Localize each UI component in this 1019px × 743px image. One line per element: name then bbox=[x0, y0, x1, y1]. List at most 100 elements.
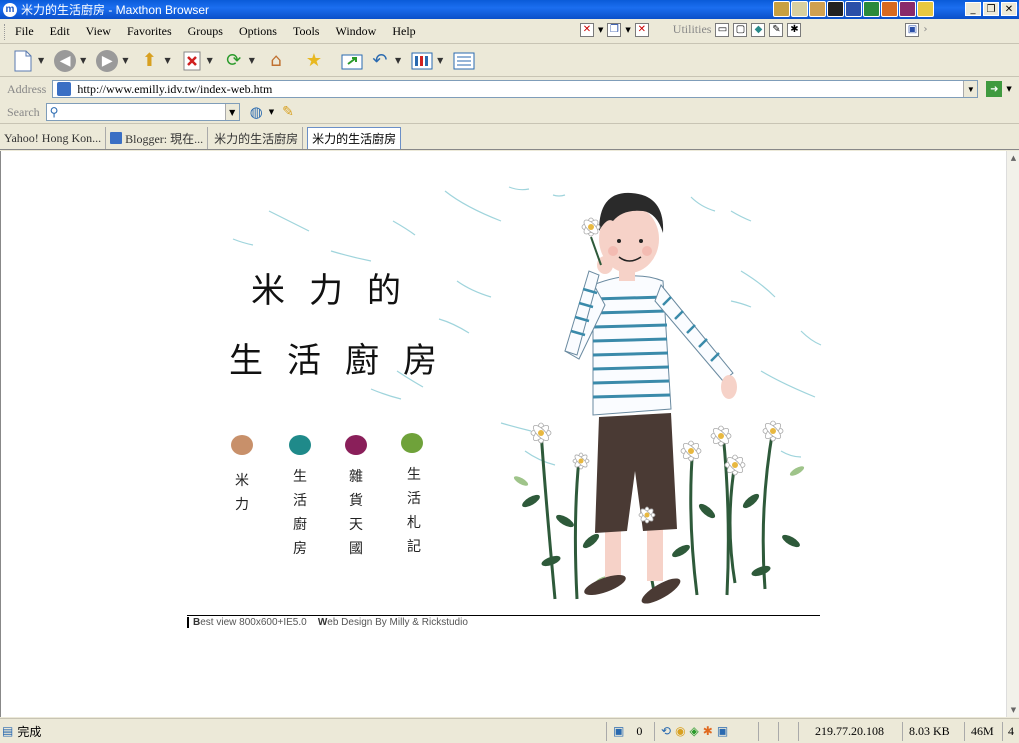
close-all-icon[interactable]: ✕ bbox=[634, 22, 649, 37]
forward-icon[interactable]: ▶ bbox=[94, 48, 120, 74]
up-dropdown-icon[interactable]: ▼ bbox=[164, 56, 170, 65]
back-icon[interactable]: ◀ bbox=[52, 48, 78, 74]
address-input[interactable]: http://www.emilly.idv.tw/index-web.htm ▼ bbox=[52, 80, 979, 98]
blogger-favicon-icon bbox=[110, 132, 123, 144]
clock-icon[interactable] bbox=[917, 1, 934, 17]
search-dropdown-icon[interactable]: ▼ bbox=[224, 104, 239, 120]
status-spacer-2 bbox=[778, 722, 798, 741]
tab-blogger[interactable]: Blogger: 現在... bbox=[106, 127, 209, 149]
nav-link-groceries[interactable]: 雜貨天國 bbox=[347, 465, 365, 561]
site-title-line1: 米力的 bbox=[251, 271, 425, 311]
menu-help[interactable]: Help bbox=[392, 24, 415, 39]
highlight-pen-icon[interactable]: ✎ bbox=[282, 104, 294, 120]
tab-bar: Yahoo! Hong Kon... Blogger: 現在... 米力的生活廚… bbox=[0, 125, 1019, 150]
sidebar-toggle-icon[interactable]: ▣ bbox=[905, 22, 920, 37]
word-icon[interactable] bbox=[845, 1, 862, 17]
scroll-down-icon[interactable]: ▼ bbox=[1007, 703, 1019, 717]
popup-blocker[interactable]: ▣ 0 bbox=[606, 722, 654, 741]
search-input[interactable]: ⚲ ▼ bbox=[45, 103, 240, 121]
popup-blocker-icon[interactable]: ▣ bbox=[613, 724, 624, 739]
sync-icon[interactable]: ⟲ bbox=[661, 724, 671, 739]
settings-gear-icon[interactable]: ✱ bbox=[703, 724, 713, 739]
refresh-icon[interactable]: ⟳ bbox=[221, 48, 247, 74]
explorer-icon[interactable] bbox=[809, 1, 826, 17]
back-dropdown-icon[interactable]: ▼ bbox=[80, 56, 86, 65]
powerpoint-icon[interactable] bbox=[881, 1, 898, 17]
nav-dot-groceries[interactable] bbox=[345, 435, 367, 455]
restore-tab-icon[interactable]: ❐ bbox=[607, 22, 622, 37]
stop-dropdown-icon[interactable]: ▼ bbox=[207, 56, 213, 65]
status-extra: 4 bbox=[1002, 722, 1019, 741]
menu-groups[interactable]: Groups bbox=[188, 24, 223, 39]
undo-icon[interactable]: ↶ bbox=[367, 48, 393, 74]
menu-edit[interactable]: Edit bbox=[50, 24, 70, 39]
new-page-icon[interactable] bbox=[10, 48, 36, 74]
terminal-icon[interactable] bbox=[827, 1, 844, 17]
address-url[interactable]: http://www.emilly.idv.tw/index-web.htm bbox=[77, 82, 272, 97]
restore-button[interactable]: ❐ bbox=[983, 2, 999, 16]
tab-label: 米力的生活廚房 bbox=[214, 131, 299, 146]
footer-design-credit: eb Design By Milly & Rickstudio bbox=[327, 617, 468, 628]
open-external-icon[interactable] bbox=[339, 48, 365, 74]
capture-icon[interactable]: ▣ bbox=[717, 724, 728, 739]
access-icon[interactable] bbox=[899, 1, 916, 17]
home-icon[interactable]: ⌂ bbox=[263, 48, 289, 74]
new-page-dropdown-icon[interactable]: ▼ bbox=[38, 56, 44, 65]
up-folder-icon[interactable]: ⬆ bbox=[136, 48, 162, 74]
nav-link-milly[interactable]: 米力 bbox=[233, 469, 251, 517]
main-toolbar: ▼ ◀ ▼ ▶ ▼ ⬆ ▼ ▼ ⟳ ▼ ⌂ ★ ↶ ▼ ▼ bbox=[0, 45, 1019, 77]
status-spacer bbox=[758, 722, 778, 741]
status-text: 完成 bbox=[17, 724, 42, 739]
columns-icon[interactable] bbox=[409, 48, 435, 74]
close-tab-dropdown-icon[interactable]: ▼ bbox=[598, 26, 603, 34]
menu-view[interactable]: View bbox=[86, 24, 111, 39]
nav-dot-notes[interactable] bbox=[401, 433, 423, 453]
footer-divider bbox=[187, 615, 820, 616]
nav-dot-milly[interactable] bbox=[231, 435, 253, 455]
refresh-dropdown-icon[interactable]: ▼ bbox=[249, 56, 255, 65]
flash-icon[interactable]: ◉ bbox=[675, 724, 685, 739]
restore-tab-dropdown-icon[interactable]: ▼ bbox=[625, 26, 630, 34]
status-bar: ▤ 完成 ▣ 0 ⟲ ◉ ◈ ✱ ▣ 219.77.20.108 8.03 KB… bbox=[0, 718, 1019, 743]
folder-icon[interactable] bbox=[773, 1, 790, 17]
list-view-icon[interactable] bbox=[451, 48, 477, 74]
globe-icon[interactable]: ◍ bbox=[250, 103, 263, 121]
forward-dropdown-icon[interactable]: ▼ bbox=[122, 56, 128, 65]
columns-dropdown-icon[interactable]: ▼ bbox=[437, 56, 443, 65]
undo-dropdown-icon[interactable]: ▼ bbox=[395, 56, 401, 65]
menu-file[interactable]: File bbox=[15, 24, 34, 39]
menu-favorites[interactable]: Favorites bbox=[127, 24, 172, 39]
plugin-icon[interactable]: ✱ bbox=[787, 22, 802, 37]
tab-milly-kitchen[interactable]: 米力的生活廚房 bbox=[208, 127, 304, 149]
monitor-icon[interactable]: ▭ bbox=[715, 22, 730, 37]
close-button[interactable]: ✕ bbox=[1001, 2, 1017, 16]
excel-icon[interactable] bbox=[863, 1, 880, 17]
menu-tools[interactable]: Tools bbox=[293, 24, 320, 39]
notepad-icon[interactable] bbox=[791, 1, 808, 17]
close-tab-icon[interactable]: ✕ bbox=[580, 22, 594, 37]
go-arrow-icon[interactable]: ➜ bbox=[986, 81, 1003, 97]
favorites-star-icon[interactable]: ★ bbox=[301, 48, 327, 74]
proxy-icon[interactable]: ◈ bbox=[690, 724, 699, 739]
go-dropdown-icon[interactable]: ▼ bbox=[1006, 85, 1011, 93]
nav-link-kitchen[interactable]: 生活廚房 bbox=[291, 465, 309, 561]
nav-link-notes[interactable]: 生活札記 bbox=[405, 463, 423, 559]
search-engine-dropdown-icon[interactable]: ▼ bbox=[269, 108, 274, 116]
cleaner-icon[interactable]: ◆ bbox=[751, 22, 766, 37]
minimize-button[interactable]: _ bbox=[965, 2, 981, 16]
nav-dot-kitchen[interactable] bbox=[289, 435, 311, 455]
popup-count: 0 bbox=[636, 724, 643, 738]
chevron-right-icon[interactable]: › bbox=[923, 24, 927, 35]
vertical-scrollbar[interactable]: ▲ ▼ bbox=[1006, 151, 1019, 717]
menu-options[interactable]: Options bbox=[239, 24, 277, 39]
window-icon[interactable]: ▢ bbox=[733, 22, 748, 37]
pen-tool-icon[interactable]: ✎ bbox=[769, 22, 784, 37]
scroll-up-icon[interactable]: ▲ bbox=[1007, 151, 1019, 165]
menu-window[interactable]: Window bbox=[335, 24, 376, 39]
tab-yahoo[interactable]: Yahoo! Hong Kon... bbox=[0, 127, 107, 149]
maxthon-logo-icon: m bbox=[3, 2, 17, 17]
toolbar-grip[interactable] bbox=[4, 23, 7, 40]
address-dropdown-icon[interactable]: ▼ bbox=[963, 81, 978, 97]
tab-milly-kitchen-active[interactable]: 米力的生活廚房 bbox=[307, 127, 402, 149]
stop-icon[interactable] bbox=[179, 48, 205, 74]
